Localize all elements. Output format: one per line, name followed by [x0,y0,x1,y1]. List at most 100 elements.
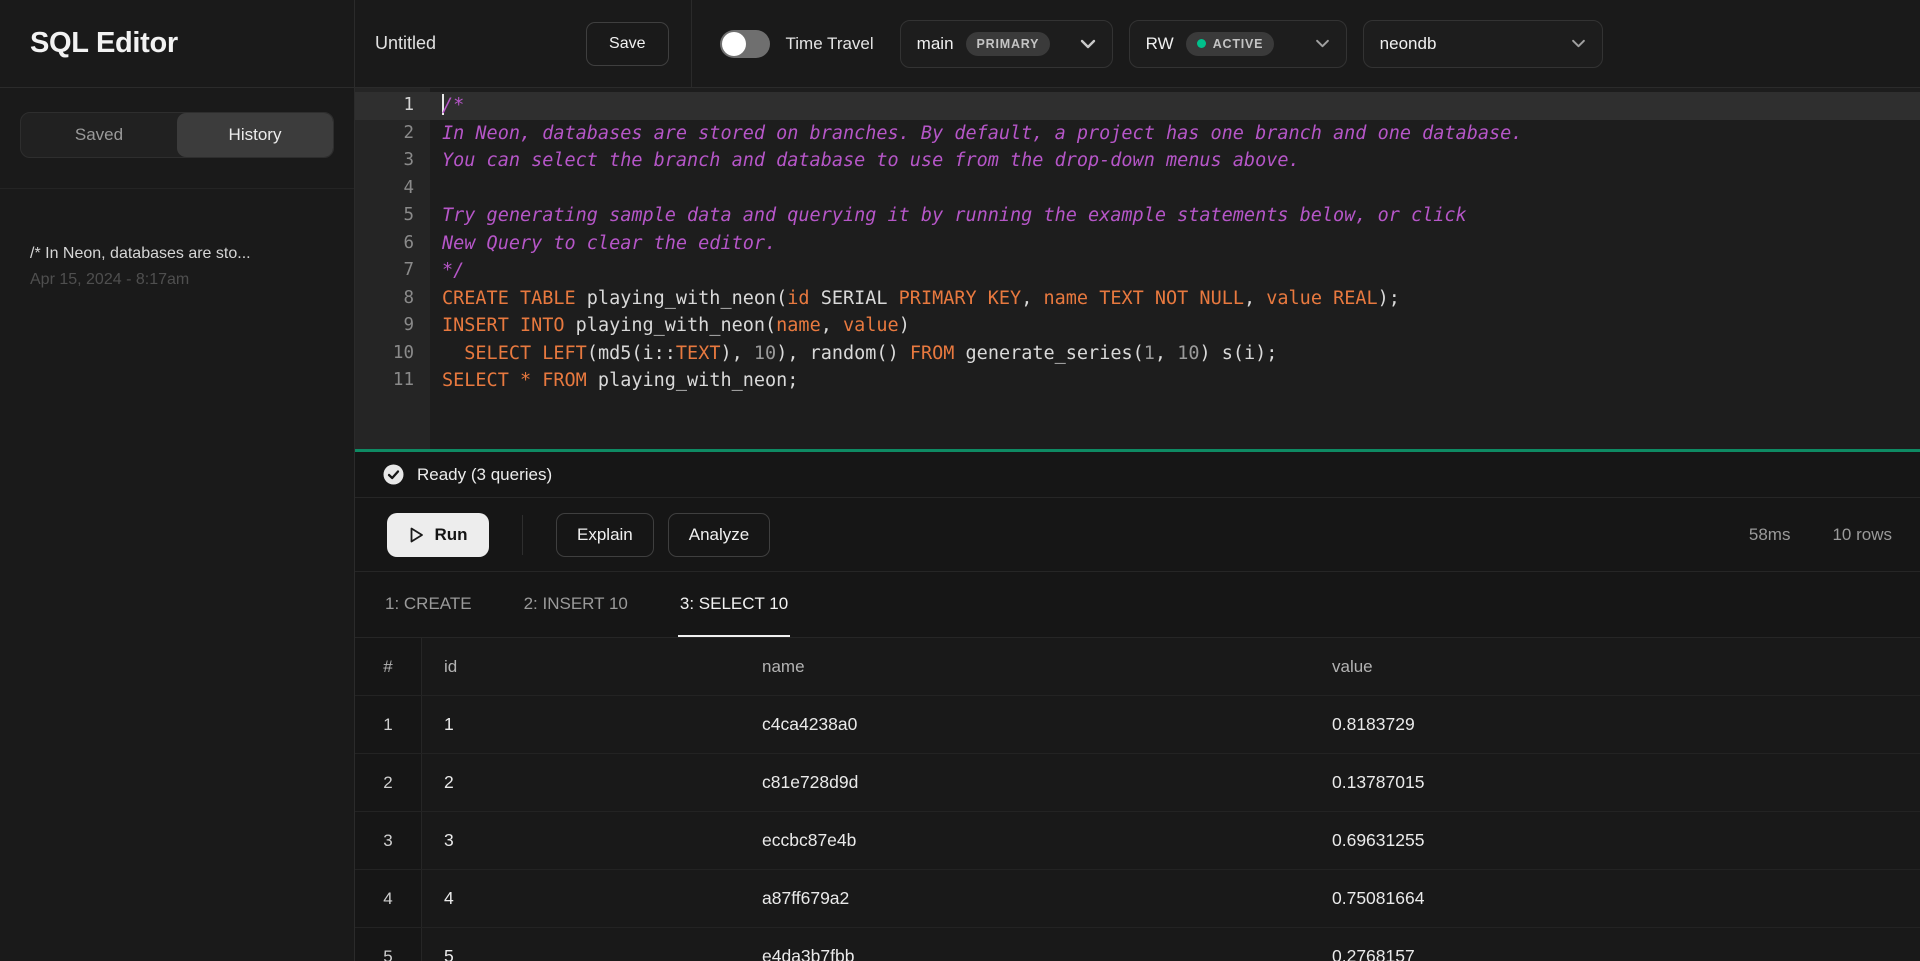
line-number: 9 [355,312,430,340]
cell-value: 0.8183729 [1312,696,1920,753]
page-title: SQL Editor [30,27,178,60]
code-editor[interactable]: 1/*2In Neon, databases are stored on bra… [355,88,1920,449]
code-text: /* [430,92,464,120]
code-token: You can select the branch and database t… [442,150,1300,171]
code-token: playing_with_neon; [587,370,799,391]
database-name: neondb [1380,34,1437,54]
sidebar: SQL Editor SavedHistory /* In Neon, data… [0,0,355,961]
ready-check-icon [383,464,404,485]
code-token: ), random() [776,343,910,364]
results-tab-3-select-10[interactable]: 3: SELECT 10 [678,572,790,637]
compute-name: RW [1146,34,1174,54]
code-line[interactable]: 5Try generating sample data and querying… [355,202,1920,230]
run-button[interactable]: Run [387,513,489,557]
branch-primary-badge: PRIMARY [966,32,1051,56]
code-line[interactable]: 3You can select the branch and database … [355,147,1920,175]
cell-value: 0.13787015 [1312,754,1920,811]
code-token: /* [442,95,464,116]
cell-value: 0.69631255 [1312,812,1920,869]
code-token: PRIMARY KEY [899,288,1022,309]
code-token: , [1021,288,1043,309]
chevron-down-icon [1315,39,1330,48]
code-token: ) s(i); [1199,343,1277,364]
code-token: INSERT INTO [442,315,565,336]
cell-id: 2 [422,754,742,811]
sidebar-tabs-section: SavedHistory [0,88,354,189]
code-text: SELECT * FROM playing_with_neon; [430,367,798,395]
compute-dropdown[interactable]: RW ACTIVE [1129,20,1347,68]
code-line[interactable]: 4 [355,175,1920,203]
save-button[interactable]: Save [586,22,668,66]
line-number: 8 [355,285,430,313]
analyze-button[interactable]: Analyze [668,513,770,557]
topbar-divider [691,0,692,88]
saved-history-segmented-control: SavedHistory [20,112,334,158]
results-tabs: 1: CREATE 2: INSERT 10 3: SELECT 10 [355,572,1920,638]
code-token: New Query to clear the editor. [442,233,776,254]
time-travel-label: Time Travel [786,34,874,54]
query-name[interactable]: Untitled [375,33,436,54]
code-token: value [843,315,899,336]
code-token [1088,288,1099,309]
chevron-down-icon [1571,39,1586,48]
results-tab-1-create[interactable]: 1: CREATE [383,572,474,637]
status-text: Ready (3 queries) [417,465,552,485]
code-token: , [1155,343,1177,364]
code-line[interactable]: 11SELECT * FROM playing_with_neon; [355,367,1920,395]
sidebar-tab-saved[interactable]: Saved [21,113,177,157]
results-table-header: # id name value [355,638,1920,696]
code-text: Try generating sample data and querying … [430,202,1467,230]
cell-value: 0.75081664 [1312,870,1920,927]
code-token: (md5(i:: [587,343,676,364]
code-line[interactable]: 7*/ [355,257,1920,285]
explain-button[interactable]: Explain [556,513,654,557]
history-list: /* In Neon, databases are sto...Apr 15, … [0,189,354,961]
cell-id: 4 [422,870,742,927]
code-line[interactable]: 1/* [355,92,1920,120]
cell-row-number: 1 [355,696,422,753]
cell-row-number: 3 [355,812,422,869]
line-number: 11 [355,367,430,395]
history-list-item[interactable]: /* In Neon, databases are sto...Apr 15, … [0,241,354,293]
code-line[interactable]: 9INSERT INTO playing_with_neon(name, val… [355,312,1920,340]
cell-name: c81e728d9d [742,754,1312,811]
table-row[interactable]: 55e4da3b7fbb0.2768157 [355,928,1920,961]
results-tab-2-insert-10[interactable]: 2: INSERT 10 [522,572,630,637]
code-line[interactable]: 8CREATE TABLE playing_with_neon(id SERIA… [355,285,1920,313]
code-token: ) [899,315,910,336]
code-text: In Neon, databases are stored on branche… [430,120,1522,148]
sql-editor-app: SQL Editor SavedHistory /* In Neon, data… [0,0,1920,961]
topbar: Untitled Save Time Travel main PRIMARY R… [355,0,1920,88]
code-line[interactable]: 10 SELECT LEFT(md5(i::TEXT), 10), random… [355,340,1920,368]
code-token: , [1244,288,1266,309]
column-header-value: value [1312,638,1920,695]
cell-id: 5 [422,928,742,961]
table-row[interactable]: 22c81e728d9d0.13787015 [355,754,1920,812]
code-token: SELECT * FROM [442,370,587,391]
branch-dropdown[interactable]: main PRIMARY [900,20,1113,68]
editor-lines: 1/*2In Neon, databases are stored on bra… [355,92,1920,395]
toggle-knob-icon [722,32,746,56]
code-line[interactable]: 6New Query to clear the editor. [355,230,1920,258]
database-dropdown[interactable]: neondb [1363,20,1603,68]
code-token: name [1043,288,1088,309]
code-token: 10 [754,343,776,364]
code-text: INSERT INTO playing_with_neon(name, valu… [430,312,910,340]
code-line[interactable]: 2In Neon, databases are stored on branch… [355,120,1920,148]
code-token: In Neon, databases are stored on branche… [442,123,1522,144]
line-number: 10 [355,340,430,368]
code-token: */ [442,260,464,281]
table-row[interactable]: 44a87ff679a20.75081664 [355,870,1920,928]
main-panel: Untitled Save Time Travel main PRIMARY R… [355,0,1920,961]
code-token: CREATE TABLE [442,288,576,309]
cell-row-number: 4 [355,870,422,927]
code-token: id [787,288,809,309]
code-token: name [776,315,821,336]
actions-row: Run Explain Analyze 58ms 10 rows [355,498,1920,572]
compute-badge-label: ACTIVE [1213,37,1264,51]
table-row[interactable]: 11c4ca4238a00.8183729 [355,696,1920,754]
run-metadata: 58ms 10 rows [1749,525,1892,545]
time-travel-toggle[interactable] [720,30,770,58]
table-row[interactable]: 33eccbc87e4b0.69631255 [355,812,1920,870]
sidebar-tab-history[interactable]: History [177,113,333,157]
